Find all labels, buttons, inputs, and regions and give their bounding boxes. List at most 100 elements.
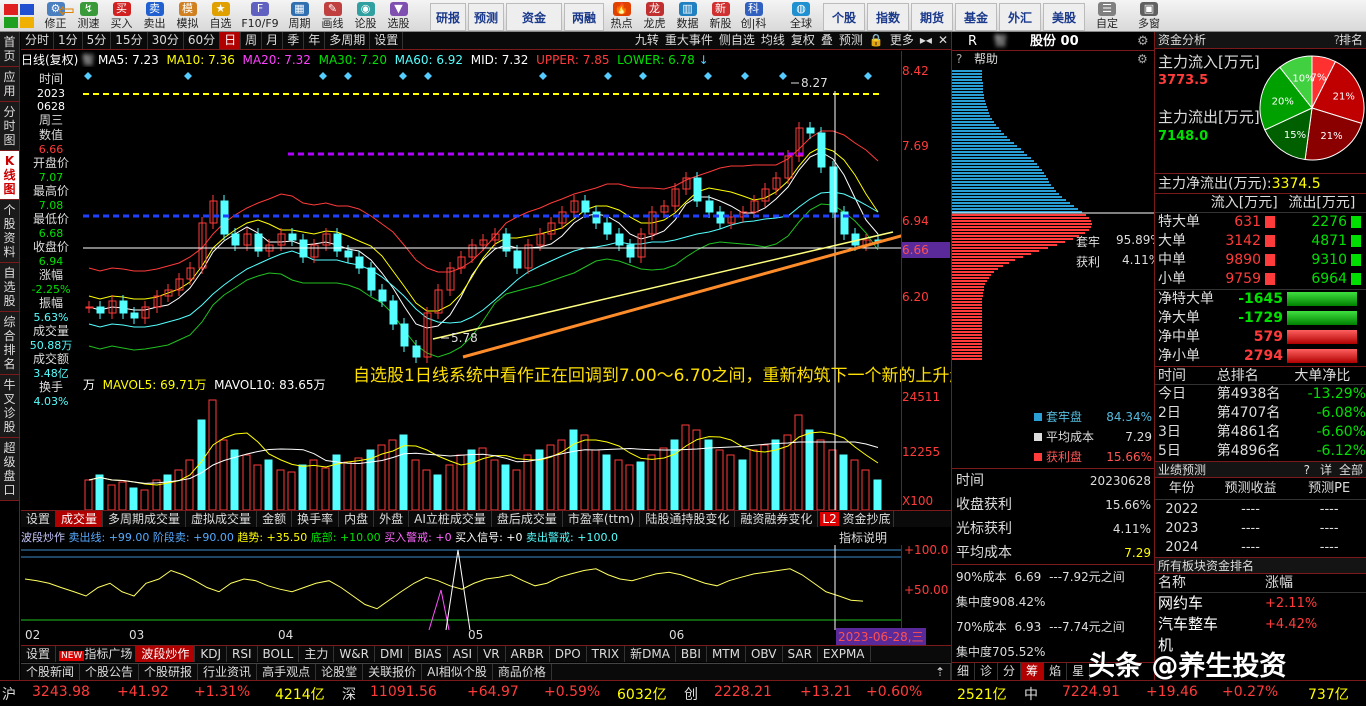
toolbar-btn-us[interactable]: 美股 — [1043, 3, 1085, 31]
btab-flame[interactable]: 焰 — [1044, 663, 1068, 680]
itab-settings[interactable]: 设置 — [21, 646, 57, 662]
left-tab-timeshare[interactable]: 分时图 — [0, 102, 19, 151]
itab-wave[interactable]: 波段炒作 — [136, 646, 196, 662]
ntab-quotes[interactable]: 关联报价 — [363, 664, 423, 680]
period-30min[interactable]: 30分 — [148, 32, 184, 49]
period-year[interactable]: 年 — [304, 32, 326, 49]
perf-all-button[interactable]: 全部 — [1339, 462, 1363, 479]
toolbar-btn-select[interactable]: ▼ 选股 — [383, 1, 414, 31]
toolbar-btn-dragon[interactable]: 龙龙虎 — [639, 1, 670, 31]
itab-arbr[interactable]: ARBR — [506, 646, 550, 662]
toolbar-btn-watchlist[interactable]: ★ 自选 — [205, 1, 236, 31]
vtab-virtual-volume[interactable]: 虚拟成交量 — [186, 511, 258, 527]
itab-mtm[interactable]: MTM — [707, 646, 746, 662]
btab-split[interactable]: 分 — [998, 663, 1022, 680]
period-timeshare[interactable]: 分时 — [21, 32, 55, 49]
app-logo[interactable] — [2, 2, 36, 30]
ntab-views[interactable]: 高手观点 — [257, 664, 317, 680]
toolbar-btn-draw[interactable]: ✎ 画线 — [317, 1, 348, 31]
toolbar-btn-period[interactable]: ▦ 周期 — [284, 1, 315, 31]
itab-square[interactable]: NEW 指标广场 — [56, 646, 137, 662]
btab-diagnose[interactable]: 诊 — [975, 663, 999, 680]
toolbar-btn-forecast[interactable]: 预测 — [468, 3, 504, 31]
ntab-ai-similar[interactable]: AI相似个股 — [422, 664, 493, 680]
kline-chart[interactable]: 8.27 5.78 — [83, 67, 901, 391]
toolbar-btn-forex[interactable]: 外汇 — [999, 3, 1041, 31]
left-tab-diagnose[interactable]: 牛叉诊股 — [0, 375, 19, 438]
left-tab-superpanel[interactable]: 超级盘口 — [0, 438, 19, 501]
itab-bbi[interactable]: BBI — [676, 646, 707, 662]
itab-dpo[interactable]: DPO — [550, 646, 587, 662]
sector-row[interactable]: 汽车整车 +4.42% — [1155, 614, 1366, 635]
period-quarter[interactable]: 季 — [283, 32, 305, 49]
vtab-amount[interactable]: 金额 — [257, 511, 293, 527]
period-1min[interactable]: 1分 — [54, 32, 83, 49]
toolbar-btn-funds[interactable]: 资金 — [506, 3, 562, 31]
tool-adjust[interactable]: 复权 — [788, 32, 818, 49]
volume-chart[interactable] — [21, 390, 901, 510]
toolbar-btn-custom[interactable]: ☰ 自定 — [1087, 1, 1127, 31]
period-15min[interactable]: 15分 — [111, 32, 148, 49]
btab-chips[interactable]: 筹 — [1021, 663, 1045, 680]
vtab-hk-connect[interactable]: 陆股通持股变化 — [640, 511, 736, 527]
toolbar-btn-ipo[interactable]: 新新股 — [705, 1, 736, 31]
oscillator-chart[interactable] — [21, 545, 901, 631]
help-icon[interactable]: ? — [956, 51, 962, 68]
vtab-volume[interactable]: 成交量 — [56, 511, 104, 527]
sh-index[interactable]: 3243.98 — [32, 684, 90, 700]
period-month[interactable]: 月 — [262, 32, 284, 49]
itab-asi[interactable]: ASI — [448, 646, 479, 662]
vtab-outer[interactable]: 外盘 — [374, 511, 410, 527]
perf-detail-button[interactable]: 详 — [1320, 462, 1332, 479]
tool-jiuzhuan[interactable]: 九转 — [632, 32, 662, 49]
left-tab-home[interactable]: 首页 — [0, 32, 19, 67]
toolbar-btn-simulate[interactable]: 模模拟 — [172, 1, 203, 31]
itab-newdma[interactable]: 新DMA — [625, 646, 676, 662]
cy-index[interactable]: 2228.21 — [714, 684, 772, 700]
collapse-icon[interactable]: ▸◂ — [917, 32, 935, 49]
itab-dmi[interactable]: DMI — [375, 646, 410, 662]
toolbar-btn-global[interactable]: ◍ 全球 — [781, 1, 821, 31]
perf-help-button[interactable]: ? — [1304, 462, 1310, 479]
toolbar-btn-data[interactable]: ▥ 数据 — [672, 1, 703, 31]
itab-expma[interactable]: EXPMA — [818, 646, 871, 662]
sector-row[interactable]: 网约车 +2.11% — [1155, 593, 1366, 614]
tool-more[interactable]: 更多 — [887, 32, 917, 49]
left-tab-apps[interactable]: 应用 — [0, 67, 19, 102]
itab-trix[interactable]: TRIX — [587, 646, 626, 662]
vtab-l2-badge[interactable]: L2 资金抄底 — [818, 511, 894, 527]
sz-index[interactable]: 11091.56 — [370, 684, 437, 700]
toolbar-btn-index[interactable]: 指数 — [867, 3, 909, 31]
itab-rsi[interactable]: RSI — [227, 646, 258, 662]
left-tab-profile[interactable]: 个股资料 — [0, 200, 19, 263]
tool-events[interactable]: 重大事件 — [662, 32, 716, 49]
left-tab-watchlist[interactable]: 自选股 — [0, 263, 19, 312]
itab-wr[interactable]: W&R — [334, 646, 375, 662]
toolbar-btn-sell[interactable]: 卖卖出 — [139, 1, 170, 31]
period-settings[interactable]: 设置 — [370, 32, 404, 49]
vtab-after-volume[interactable]: 盘后成交量 — [492, 511, 563, 527]
btab-star[interactable]: 星 — [1067, 663, 1091, 680]
zz-index[interactable]: 7224.91 — [1062, 684, 1120, 700]
vtab-margin[interactable]: 融资融券变化 — [735, 511, 819, 527]
back-arrow-icon[interactable]: ⇦ — [58, 0, 80, 20]
ntab-industry[interactable]: 行业资讯 — [198, 664, 258, 680]
fund-rank-button[interactable]: 排名 — [1339, 32, 1363, 49]
toolbar-btn-hot[interactable]: 🔥 热点 — [606, 1, 637, 31]
period-60min[interactable]: 60分 — [184, 32, 221, 49]
left-tab-ranking[interactable]: 综合排名 — [0, 312, 19, 375]
settings-gear-icon[interactable]: ⚙ — [1137, 32, 1149, 51]
itab-sar[interactable]: SAR — [783, 646, 818, 662]
chips-gear-icon[interactable]: ⚙ — [1137, 51, 1148, 68]
vtab-turnover[interactable]: 换手率 — [292, 511, 340, 527]
toolbar-btn-futures[interactable]: 期货 — [911, 3, 953, 31]
toolbar-btn-buy[interactable]: 买买入 — [106, 1, 137, 31]
tool-overlay[interactable]: 叠 — [818, 32, 836, 49]
expand-up-icon[interactable]: ⇡ — [930, 664, 951, 680]
ntab-news[interactable]: 个股新闻 — [21, 664, 81, 680]
toolbar-btn-research[interactable]: 研报 — [430, 3, 466, 31]
period-5min[interactable]: 5分 — [83, 32, 112, 49]
ntab-forum[interactable]: 论股堂 — [316, 664, 364, 680]
vtab-multi-volume[interactable]: 多周期成交量 — [103, 511, 187, 527]
toolbar-btn-multiwin[interactable]: ▣ 多窗 — [1129, 1, 1169, 31]
